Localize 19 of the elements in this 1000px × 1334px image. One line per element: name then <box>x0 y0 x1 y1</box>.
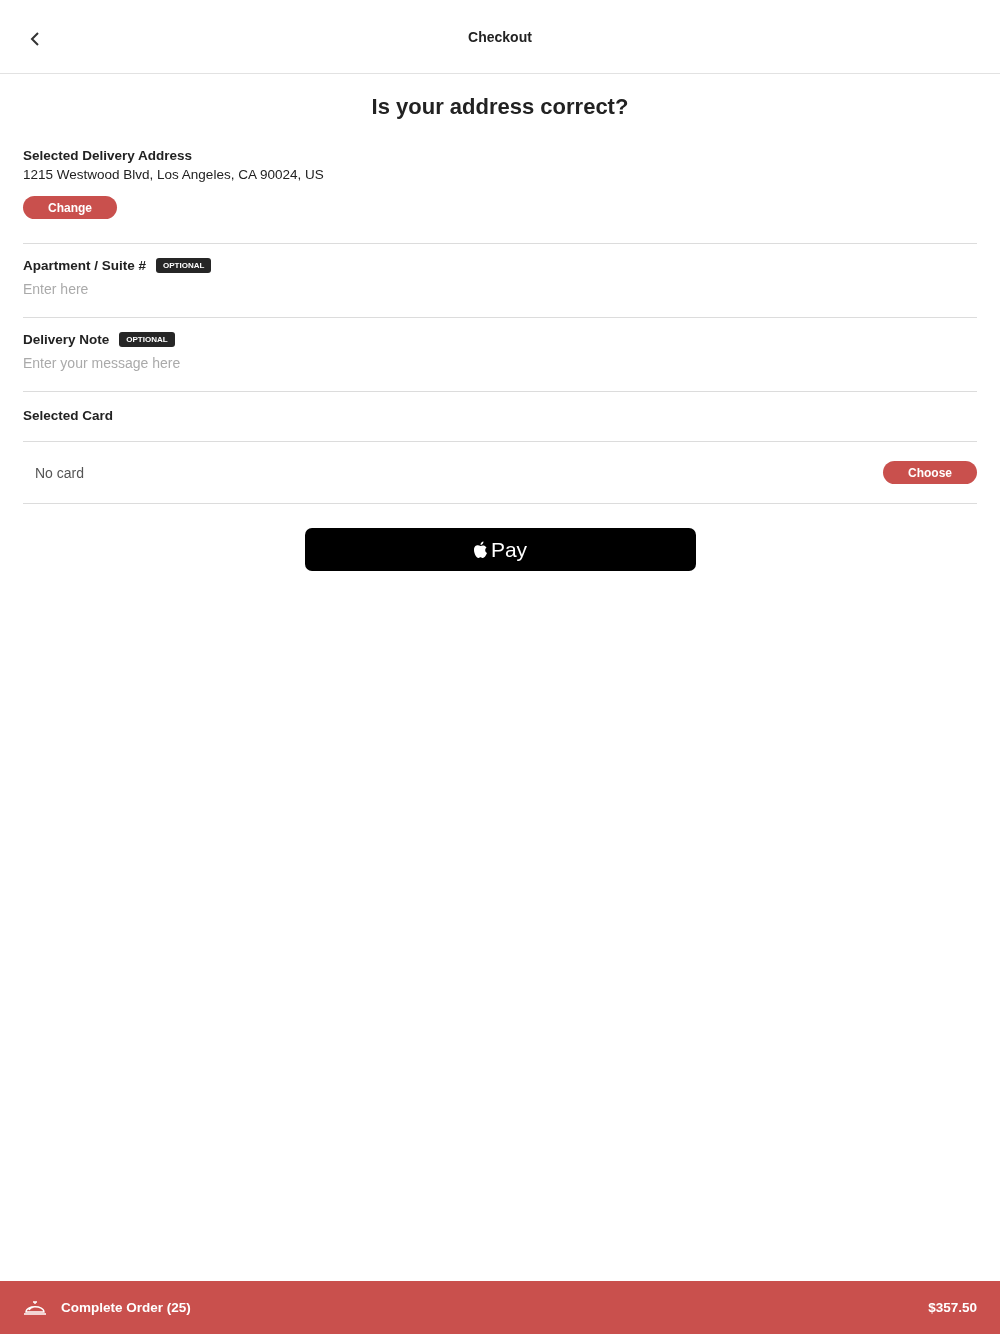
section-label: Selected Card <box>23 408 114 423</box>
change-button[interactable]: Change <box>23 196 117 219</box>
optional-badge: OPTIONAL <box>119 332 175 347</box>
field-label: Apartment / Suite # <box>23 258 147 273</box>
field-label: Delivery Note <box>23 332 110 347</box>
optional-badge: OPTIONAL <box>156 258 212 273</box>
complete-order-bar[interactable]: Complete Order (25) $357.50 <box>0 1281 1000 1334</box>
address-text: 1215 Westwood Blvd, Los Angeles, CA 90024, US <box>23 167 324 182</box>
order-total: $357.50 <box>928 1300 977 1315</box>
section-label: Selected Delivery Address <box>23 148 193 163</box>
pay-button[interactable]: Pay <box>304 528 696 571</box>
cloche-icon <box>23 1298 47 1317</box>
apple-icon <box>472 540 488 559</box>
back-icon <box>30 32 40 46</box>
card-status: No card <box>35 464 85 481</box>
screen-title: Checkout <box>468 28 532 45</box>
page-heading: Is your address correct? <box>370 94 630 120</box>
complete-order-label: Complete Order (25) <box>61 1300 191 1315</box>
choose-button[interactable]: Choose <box>883 461 977 484</box>
